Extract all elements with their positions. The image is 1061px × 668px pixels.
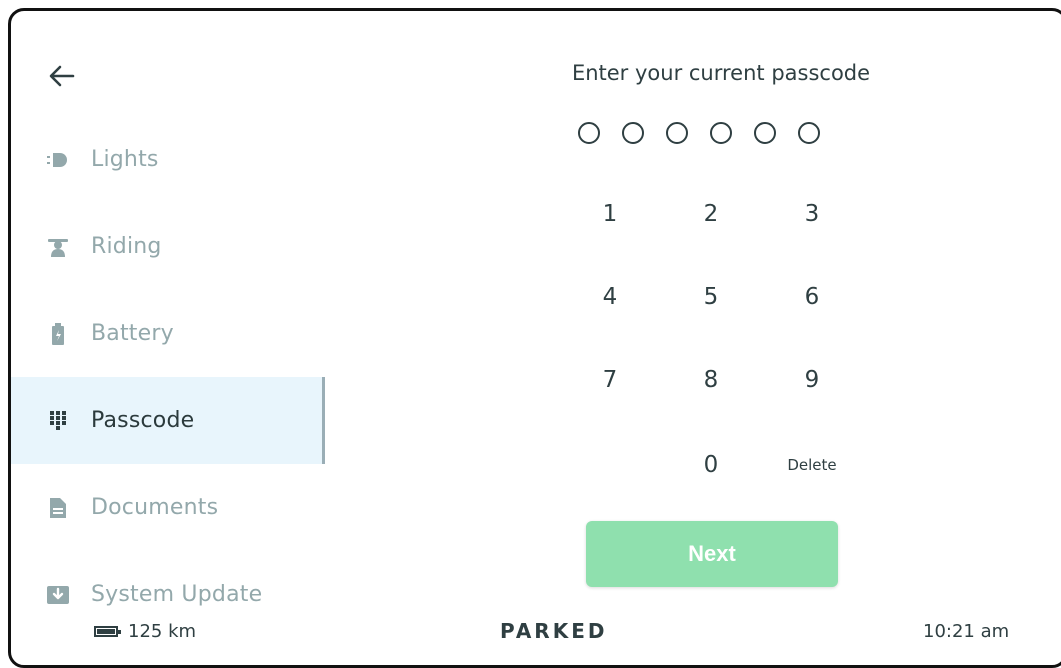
key-6[interactable]: 6 (767, 267, 857, 327)
sidebar-item-label: Battery (91, 321, 174, 346)
download-icon (47, 584, 69, 606)
next-button[interactable]: Next (586, 521, 838, 587)
key-8[interactable]: 8 (666, 350, 756, 410)
key-3[interactable]: 3 (767, 184, 857, 244)
battery-level-icon (94, 626, 121, 637)
status-bar: 125 km PARKED 10:21 am (11, 617, 1061, 647)
key-5[interactable]: 5 (666, 267, 756, 327)
passcode-digit-dot (666, 122, 688, 144)
rider-icon (47, 236, 69, 258)
sidebar-item-riding[interactable]: Riding (11, 203, 323, 290)
passcode-digit-dot (578, 122, 600, 144)
page-title: Enter your current passcode (571, 61, 871, 85)
passcode-digit-dot (710, 122, 732, 144)
headlight-icon (47, 149, 69, 171)
sidebar-item-battery[interactable]: Battery (11, 290, 323, 377)
passcode-digit-dot (622, 122, 644, 144)
key-1[interactable]: 1 (565, 184, 655, 244)
clock: 10:21 am (923, 621, 1010, 642)
key-0[interactable]: 0 (666, 435, 756, 495)
sidebar-item-label: System Update (91, 582, 263, 607)
key-7[interactable]: 7 (565, 350, 655, 410)
range-indicator: 125 km (94, 621, 196, 642)
back-arrow-icon (49, 65, 75, 87)
battery-icon (47, 322, 69, 345)
key-2[interactable]: 2 (666, 184, 756, 244)
key-9[interactable]: 9 (767, 350, 857, 410)
range-value: 125 km (128, 621, 197, 642)
key-4[interactable]: 4 (565, 267, 655, 327)
passcode-digit-dot (798, 122, 820, 144)
sidebar-item-label: Documents (91, 495, 219, 520)
sidebar-item-documents[interactable]: Documents (11, 464, 323, 551)
settings-sidebar: Lights Riding Battery Passcode Documents… (11, 116, 325, 638)
delete-button[interactable]: Delete (767, 435, 857, 495)
vehicle-state: PARKED (500, 619, 608, 643)
screen-frame: Lights Riding Battery Passcode Documents… (8, 8, 1061, 668)
sidebar-item-passcode[interactable]: Passcode (11, 377, 325, 464)
document-icon (47, 497, 69, 519)
sidebar-item-lights[interactable]: Lights (11, 116, 323, 203)
back-button[interactable] (47, 61, 77, 91)
keypad-icon (47, 410, 69, 432)
passcode-indicator (578, 122, 820, 144)
sidebar-item-label: Riding (91, 234, 162, 259)
sidebar-item-label: Lights (91, 147, 159, 172)
passcode-digit-dot (754, 122, 776, 144)
sidebar-item-label: Passcode (91, 408, 195, 433)
